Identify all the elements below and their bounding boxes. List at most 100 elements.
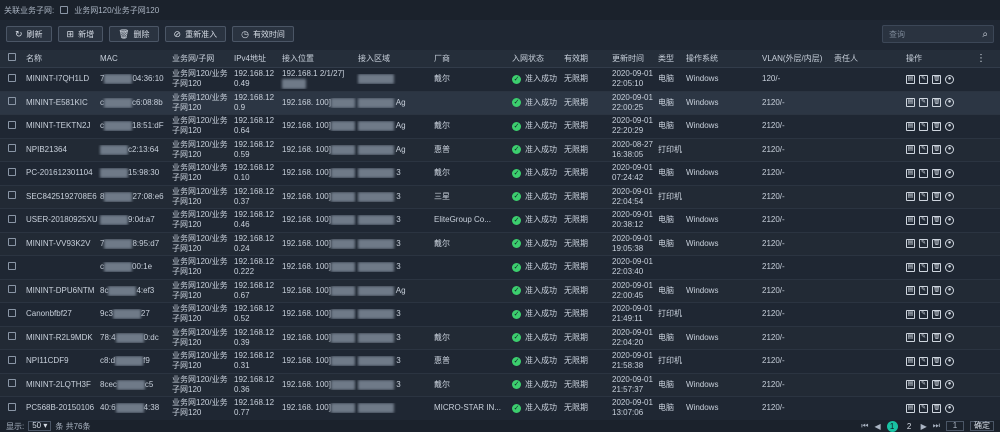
delete-icon[interactable]: 🗑 bbox=[932, 380, 941, 390]
view-icon[interactable]: ▤ bbox=[906, 403, 915, 413]
delete-icon[interactable]: 🗑 bbox=[932, 262, 941, 272]
table-row[interactable]: SEC8425192708E6 8 27:08:e6 业务网120/业务子网120… bbox=[0, 185, 1000, 209]
add-button[interactable]: ⊞ 新增 bbox=[57, 26, 104, 42]
delete-icon[interactable]: 🗑 bbox=[932, 145, 941, 155]
col-ipv4[interactable]: IPv4地址 bbox=[232, 54, 280, 64]
record-icon[interactable]: ● bbox=[945, 380, 954, 390]
row-checkbox[interactable] bbox=[8, 144, 16, 153]
row-checkbox[interactable] bbox=[8, 238, 16, 247]
edit-icon[interactable]: ✎ bbox=[919, 309, 928, 319]
edit-icon[interactable]: ✎ bbox=[919, 74, 928, 84]
delete-icon[interactable]: 🗑 bbox=[932, 121, 941, 131]
table-row[interactable]: Canonbfbf27 9c3 27 业务网120/业务子网120 192.168… bbox=[0, 303, 1000, 327]
row-checkbox[interactable] bbox=[8, 285, 16, 294]
record-icon[interactable]: ● bbox=[945, 286, 954, 296]
col-location[interactable]: 接入位置 bbox=[280, 54, 356, 64]
view-icon[interactable]: ▤ bbox=[906, 192, 915, 202]
row-checkbox[interactable] bbox=[8, 402, 16, 411]
record-icon[interactable]: ● bbox=[945, 239, 954, 249]
view-icon[interactable]: ▤ bbox=[906, 262, 915, 272]
delete-icon[interactable]: 🗑 bbox=[932, 333, 941, 343]
search-input[interactable] bbox=[889, 29, 981, 39]
col-os[interactable]: 操作系统 bbox=[684, 54, 760, 64]
column-menu-icon[interactable]: ⋮ bbox=[960, 54, 1000, 64]
row-checkbox[interactable] bbox=[8, 120, 16, 129]
search-icon[interactable]: ⌕ bbox=[982, 29, 988, 40]
view-icon[interactable]: ▤ bbox=[906, 215, 915, 225]
delete-icon[interactable]: 🗑 bbox=[932, 403, 941, 413]
edit-icon[interactable]: ✎ bbox=[919, 98, 928, 108]
edit-icon[interactable]: ✎ bbox=[919, 192, 928, 202]
view-icon[interactable]: ▤ bbox=[906, 74, 915, 84]
record-icon[interactable]: ● bbox=[945, 333, 954, 343]
row-checkbox[interactable] bbox=[8, 214, 16, 223]
next-page-icon[interactable]: ▶ bbox=[921, 422, 927, 431]
delete-icon[interactable]: 🗑 bbox=[932, 215, 941, 225]
record-icon[interactable]: ● bbox=[945, 356, 954, 366]
delete-icon[interactable]: 🗑 bbox=[932, 309, 941, 319]
subnet-checkbox[interactable] bbox=[60, 6, 69, 14]
edit-icon[interactable]: ✎ bbox=[919, 168, 928, 178]
valid-time-button[interactable]: ◷ 有效时间 bbox=[232, 26, 294, 42]
edit-icon[interactable]: ✎ bbox=[919, 145, 928, 155]
page-jump-input[interactable]: 1 bbox=[946, 421, 964, 431]
table-row[interactable]: MININT-TEKTN2J c 18:51:dF 业务网120/业务子网120 … bbox=[0, 115, 1000, 139]
table-row[interactable]: MININT-I7QH1LD 7 04:36:10 业务网120/业务子网120 … bbox=[0, 68, 1000, 92]
row-checkbox[interactable] bbox=[8, 167, 16, 176]
edit-icon[interactable]: ✎ bbox=[919, 333, 928, 343]
row-checkbox[interactable] bbox=[8, 332, 16, 341]
col-name[interactable]: 名称 bbox=[24, 54, 98, 64]
table-row[interactable]: MININT-2LQTH3F 8cec c5 业务网120/业务子网120 192… bbox=[0, 373, 1000, 397]
col-status[interactable]: 入网状态 bbox=[510, 54, 562, 64]
delete-icon[interactable]: 🗑 bbox=[932, 239, 941, 249]
table-row[interactable]: USER-20180925XU 9:0d:a7 业务网120/业务子网120 1… bbox=[0, 209, 1000, 233]
edit-icon[interactable]: ✎ bbox=[919, 356, 928, 366]
record-icon[interactable]: ● bbox=[945, 74, 954, 84]
delete-icon[interactable]: 🗑 bbox=[932, 286, 941, 296]
readmit-button[interactable]: ⊘ 重新准入 bbox=[164, 26, 227, 42]
view-icon[interactable]: ▤ bbox=[906, 145, 915, 155]
view-icon[interactable]: ▤ bbox=[906, 356, 915, 366]
table-row[interactable]: PC568B-20150106 40:6 4:38 业务网120/业务子网120 … bbox=[0, 397, 1000, 420]
edit-icon[interactable]: ✎ bbox=[919, 380, 928, 390]
row-checkbox[interactable] bbox=[8, 379, 16, 388]
record-icon[interactable]: ● bbox=[945, 121, 954, 131]
record-icon[interactable]: ● bbox=[945, 215, 954, 225]
view-icon[interactable]: ▤ bbox=[906, 239, 915, 249]
col-type[interactable]: 类型 bbox=[656, 54, 684, 64]
last-page-icon[interactable]: ⏭ bbox=[933, 421, 940, 431]
record-icon[interactable]: ● bbox=[945, 145, 954, 155]
first-page-icon[interactable]: ⏮ bbox=[861, 421, 868, 431]
delete-icon[interactable]: 🗑 bbox=[932, 192, 941, 202]
record-icon[interactable]: ● bbox=[945, 98, 954, 108]
row-checkbox[interactable] bbox=[8, 97, 16, 106]
page-jump-button[interactable]: 确定 bbox=[970, 421, 994, 431]
record-icon[interactable]: ● bbox=[945, 262, 954, 272]
edit-icon[interactable]: ✎ bbox=[919, 121, 928, 131]
delete-icon[interactable]: 🗑 bbox=[932, 74, 941, 84]
table-row[interactable]: NPI11CDF9 c8:d f9 业务网120/业务子网120 192.168.… bbox=[0, 350, 1000, 374]
col-time[interactable]: 更新时间 bbox=[610, 54, 656, 64]
table-row[interactable]: MININT-VV93K2V 7 8:95:d7 业务网120/业务子网120 1… bbox=[0, 232, 1000, 256]
col-owner[interactable]: 责任人 bbox=[832, 54, 904, 64]
record-icon[interactable]: ● bbox=[945, 168, 954, 178]
col-mac[interactable]: MAC bbox=[98, 54, 170, 64]
record-icon[interactable]: ● bbox=[945, 403, 954, 413]
delete-button[interactable]: 🗑 删除 bbox=[109, 26, 159, 42]
delete-icon[interactable]: 🗑 bbox=[932, 98, 941, 108]
table-row[interactable]: c 00:1e 业务网120/业务子网120 192.168.12 0.222 1… bbox=[0, 256, 1000, 280]
page-size-select[interactable]: 50 ▾ bbox=[28, 421, 52, 431]
table-row[interactable]: MININT-E581KIC c c6:08:8b 业务网120/业务子网120 … bbox=[0, 91, 1000, 115]
col-area[interactable]: 接入区域 bbox=[356, 54, 432, 64]
row-checkbox[interactable] bbox=[8, 261, 16, 270]
col-expire[interactable]: 有效期 bbox=[562, 54, 610, 64]
view-icon[interactable]: ▤ bbox=[906, 98, 915, 108]
record-icon[interactable]: ● bbox=[945, 192, 954, 202]
col-subnet[interactable]: 业务网/子网 bbox=[170, 54, 232, 64]
page-1[interactable]: 1 bbox=[886, 420, 898, 432]
select-all-checkbox[interactable] bbox=[8, 53, 16, 61]
row-checkbox[interactable] bbox=[8, 355, 16, 364]
view-icon[interactable]: ▤ bbox=[906, 309, 915, 319]
view-icon[interactable]: ▤ bbox=[906, 333, 915, 343]
view-icon[interactable]: ▤ bbox=[906, 380, 915, 390]
